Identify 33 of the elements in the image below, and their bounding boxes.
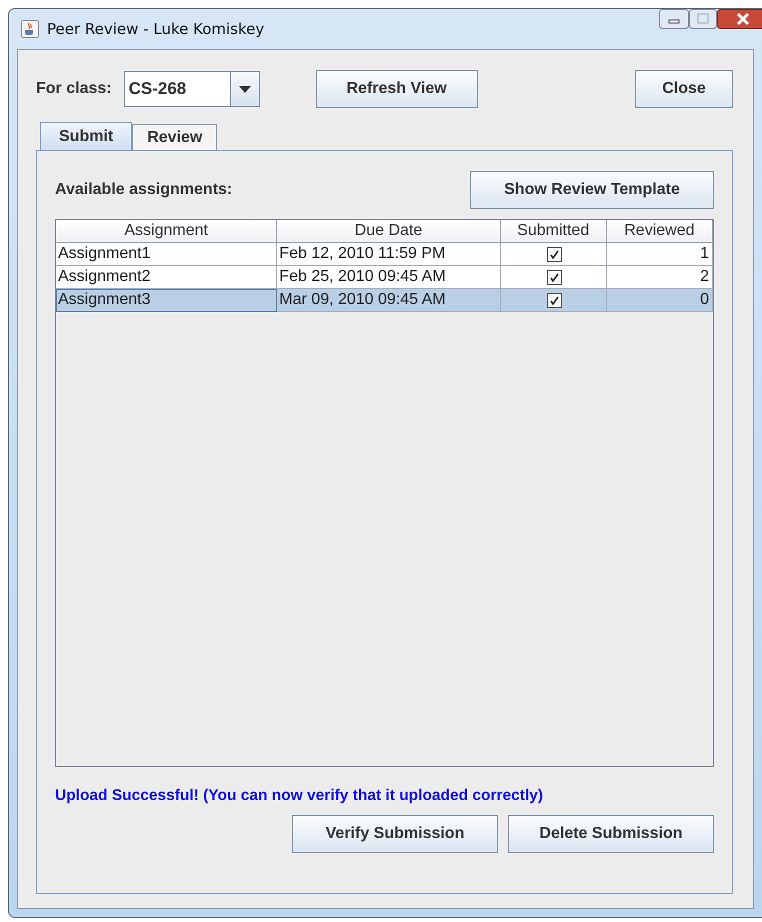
table-cell[interactable]: Mar 09, 2010 09:45 AM bbox=[277, 289, 501, 312]
table-row[interactable]: Assignment2 Feb 25, 2010 09:45 AM 2 bbox=[56, 266, 713, 289]
column-header[interactable]: Due Date bbox=[277, 220, 501, 243]
coffee-cup-icon bbox=[21, 20, 39, 38]
table-row[interactable]: Assignment1 Feb 12, 2010 11:59 PM 1 bbox=[56, 243, 713, 266]
close-icon[interactable] bbox=[717, 9, 762, 29]
column-header[interactable]: Submitted bbox=[500, 220, 607, 243]
checkmark-icon bbox=[550, 250, 559, 258]
tab[interactable]: Review bbox=[132, 124, 218, 150]
checkbox[interactable] bbox=[546, 270, 562, 284]
column-header[interactable]: Assignment bbox=[56, 220, 278, 243]
verify-submission-button[interactable]: Verify Submission bbox=[292, 815, 498, 853]
table-cell[interactable]: Assignment2 bbox=[56, 266, 278, 289]
table-cell[interactable]: Assignment3 bbox=[56, 289, 278, 312]
tab[interactable]: Submit bbox=[40, 122, 132, 150]
class-dropdown[interactable]: CS-268 bbox=[124, 71, 260, 107]
column-header[interactable]: Reviewed bbox=[606, 220, 713, 243]
table-cell[interactable]: 0 bbox=[606, 289, 713, 312]
refresh-view-button[interactable]: Refresh View bbox=[316, 70, 478, 108]
show-template-button[interactable]: Show Review Template bbox=[470, 171, 714, 209]
table-row[interactable]: Assignment3 Mar 09, 2010 09:45 AM 0 bbox=[56, 289, 713, 312]
class-label: For class: bbox=[36, 80, 112, 98]
checkbox[interactable] bbox=[546, 246, 562, 262]
checkmark-icon bbox=[550, 296, 559, 304]
minimize-icon[interactable] bbox=[659, 9, 689, 29]
delete-submission-button[interactable]: Delete Submission bbox=[508, 815, 714, 853]
section-label: Available assignments: bbox=[55, 181, 232, 199]
close-button[interactable]: Close bbox=[635, 70, 733, 108]
status-message: Upload Successful! (You can now verify that it uploaded correctly) bbox=[55, 787, 544, 805]
window-title: Peer Review - Luke Komiskey bbox=[47, 20, 264, 38]
checkbox[interactable] bbox=[546, 292, 562, 308]
dropdown-arrow-icon bbox=[238, 86, 251, 92]
checkmark-icon bbox=[550, 272, 559, 282]
